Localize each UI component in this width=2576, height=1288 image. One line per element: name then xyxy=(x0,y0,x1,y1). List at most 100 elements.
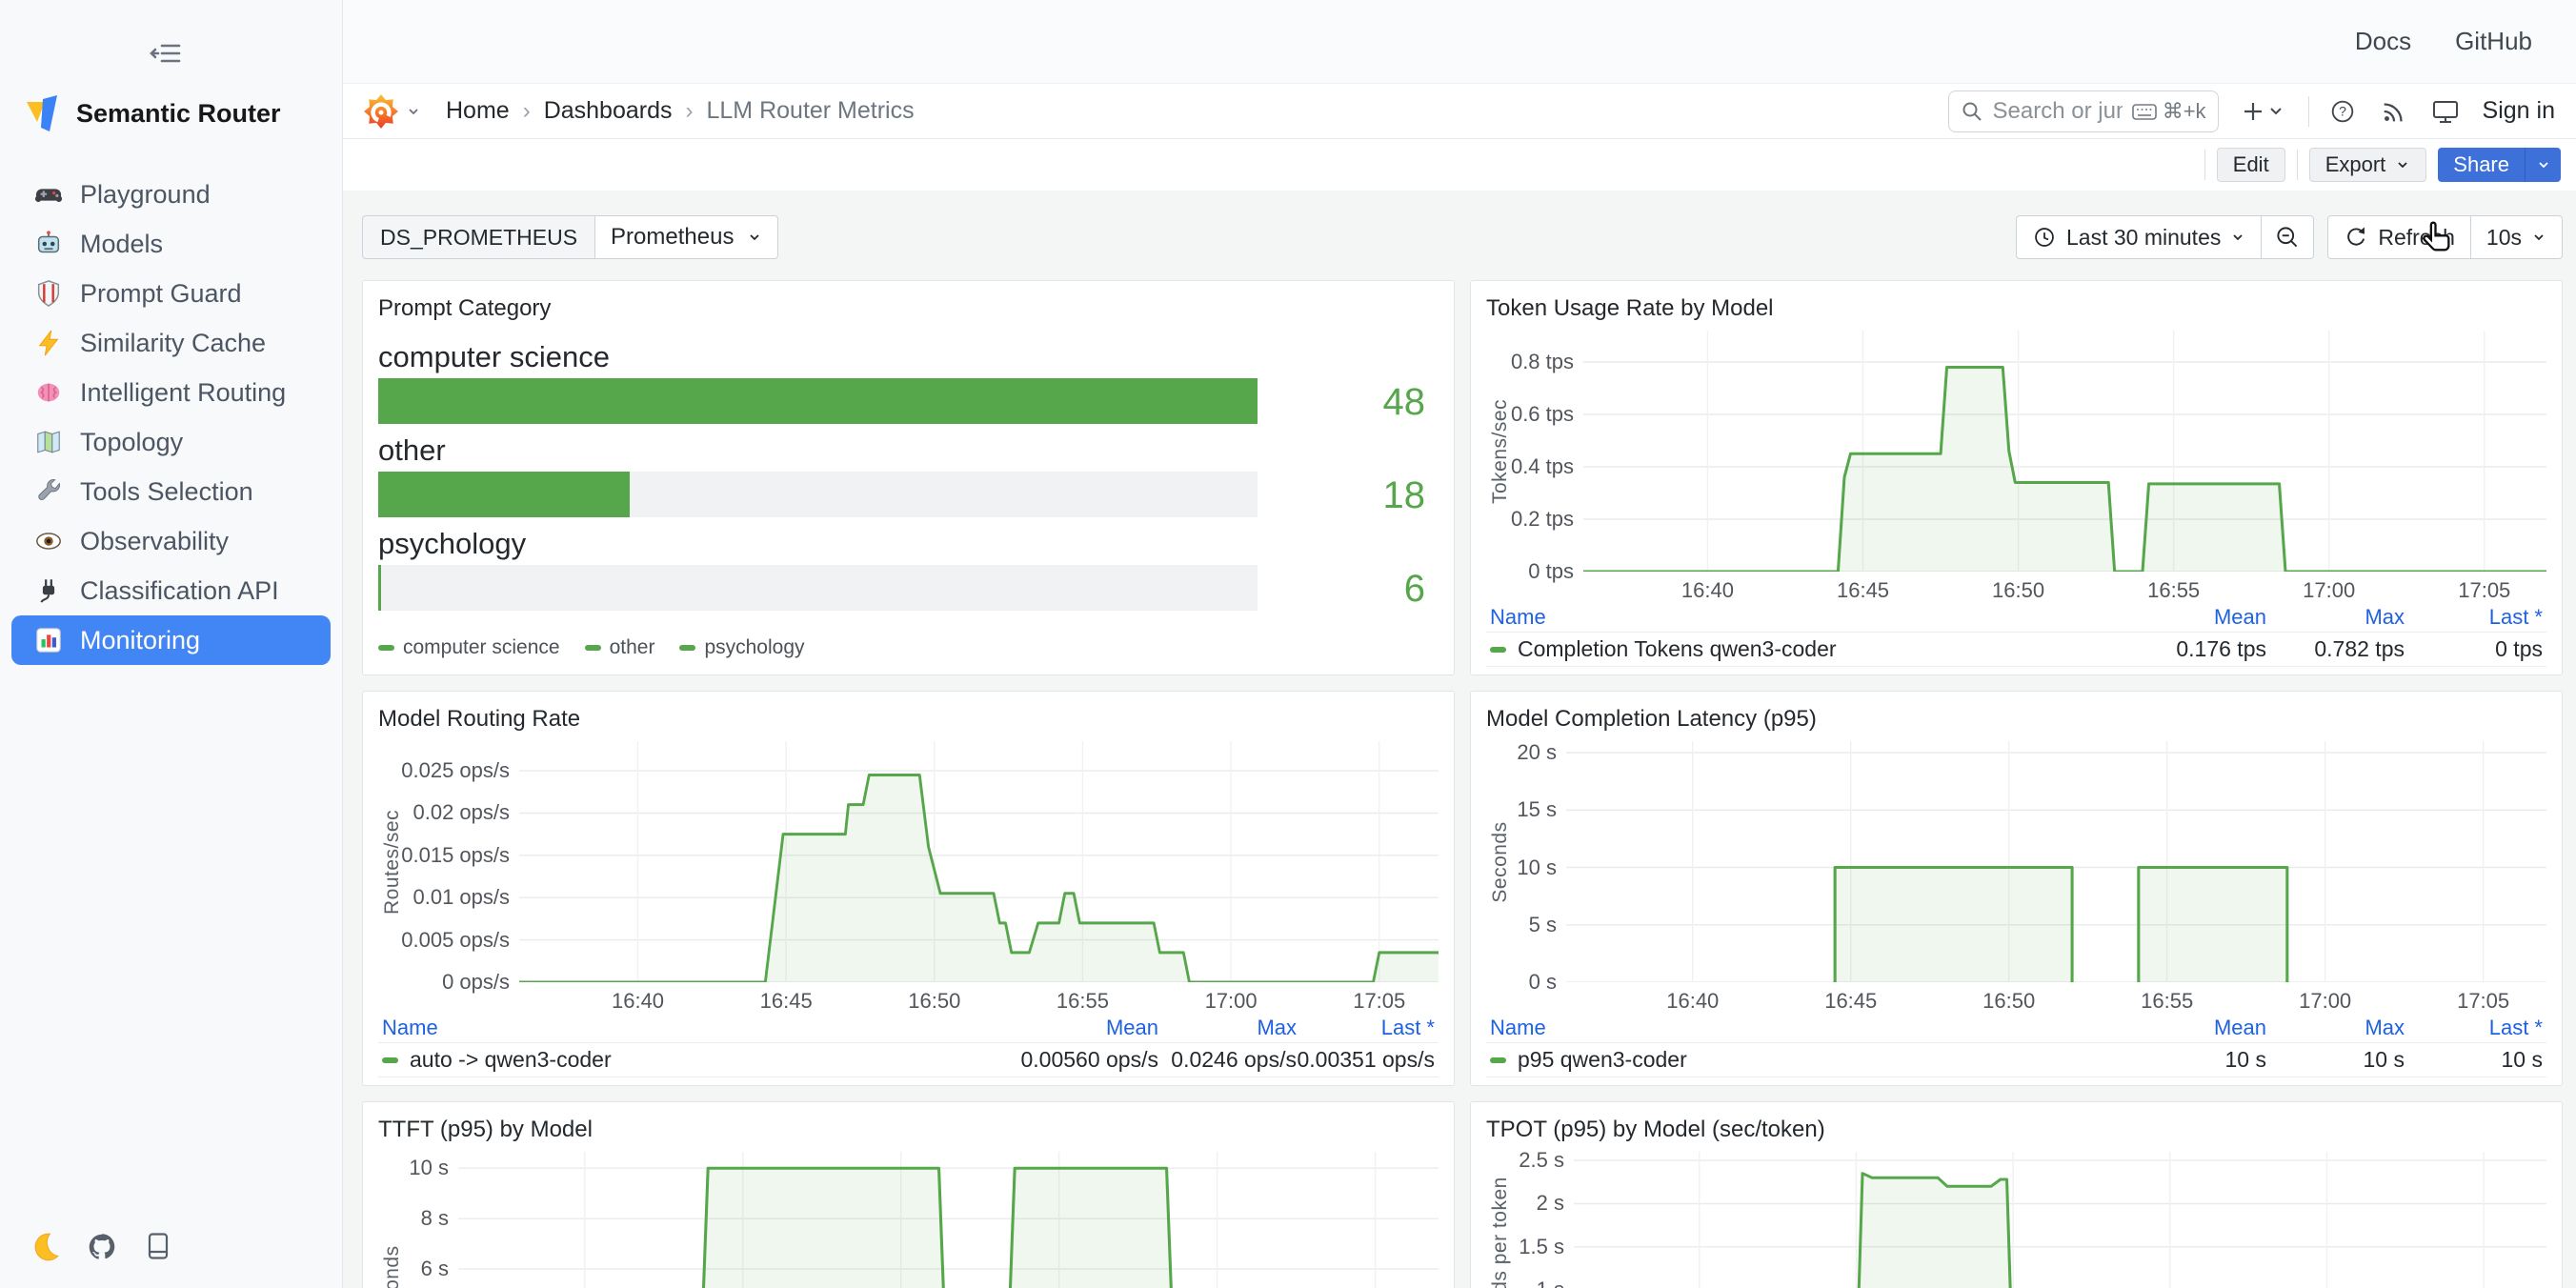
sidebar-item-intelligent-routing[interactable]: Intelligent Routing xyxy=(11,368,331,417)
legend-header-name[interactable]: Name xyxy=(382,1016,996,1040)
plot-region[interactable] xyxy=(519,741,1439,982)
journal-icon[interactable] xyxy=(143,1231,175,1263)
y-tick-label: 0.015 ops/s xyxy=(401,843,510,868)
plot-region[interactable] xyxy=(1583,331,2546,572)
brand[interactable]: Semantic Router xyxy=(0,84,342,143)
sidebar-item-monitoring[interactable]: Monitoring xyxy=(11,615,331,665)
x-tick-label: 16:50 xyxy=(1982,989,2035,1014)
legend-header-last[interactable]: Last * xyxy=(2405,605,2543,630)
plot-region[interactable] xyxy=(1574,1152,2546,1288)
panel-title[interactable]: Token Usage Rate by Model xyxy=(1486,294,2546,323)
chevron-down-icon xyxy=(2536,157,2551,172)
y-tick-label: 2 s xyxy=(1537,1191,1564,1216)
y-axis-ticks: 0 s0.5 s1 s1.5 s2 s2.5 s xyxy=(1515,1152,1574,1288)
series-name[interactable]: Completion Tokens qwen3-coder xyxy=(1490,636,2104,662)
sign-in-button[interactable]: Sign in xyxy=(2483,97,2555,125)
search-input[interactable]: ⌘+k xyxy=(1948,91,2219,132)
y-tick-label: 0.6 tps xyxy=(1511,402,1574,427)
legend-header-mean[interactable]: Mean xyxy=(996,1016,1158,1040)
sidebar-item-similarity-cache[interactable]: Similarity Cache xyxy=(11,318,331,368)
bar-gauge-main: computer science xyxy=(378,338,1258,424)
bar-value: 48 xyxy=(1258,338,1439,424)
panel-title[interactable]: Model Routing Rate xyxy=(378,705,1439,734)
time-range-picker[interactable]: Last 30 minutes xyxy=(2017,216,2261,258)
series-name[interactable]: p95 qwen3-coder xyxy=(1490,1047,2104,1073)
sidebar-item-prompt-guard[interactable]: Prompt Guard xyxy=(11,269,331,318)
legend-header-mean[interactable]: Mean xyxy=(2104,1016,2266,1040)
add-button[interactable] xyxy=(2234,93,2293,130)
refresh-interval-select[interactable]: 10s xyxy=(2471,216,2562,258)
plot-region[interactable] xyxy=(458,1152,1439,1288)
moon-icon[interactable] xyxy=(29,1231,61,1263)
kiosk-monitor-icon[interactable] xyxy=(2427,93,2464,130)
sidebar-item-playground[interactable]: Playground xyxy=(11,170,331,219)
panel-title[interactable]: Model Completion Latency (p95) xyxy=(1486,705,2546,734)
datasource-select[interactable]: Prometheus xyxy=(595,215,778,259)
y-axis-label: Seconds xyxy=(378,1152,407,1288)
sidebar-item-topology[interactable]: Topology xyxy=(11,417,331,467)
sidebar-item-tools-selection[interactable]: Tools Selection xyxy=(11,467,331,516)
panel-title[interactable]: Prompt Category xyxy=(378,294,1439,323)
github-icon[interactable] xyxy=(86,1231,118,1263)
legend-header-max[interactable]: Max xyxy=(2266,605,2405,630)
legend-header-last[interactable]: Last * xyxy=(2405,1016,2543,1040)
sidebar-item-label: Playground xyxy=(80,180,211,210)
sidebar-item-classification-api[interactable]: Classification API xyxy=(11,566,331,615)
sidebar-item-models[interactable]: Models xyxy=(11,219,331,269)
x-tick-label: 16:40 xyxy=(1666,989,1719,1014)
panel-title[interactable]: TTFT (p95) by Model xyxy=(378,1116,1439,1144)
search-field[interactable] xyxy=(1993,98,2123,125)
legend-color-dash xyxy=(679,645,695,651)
docs-link[interactable]: Docs xyxy=(2355,27,2411,56)
legend-item-computer-science[interactable]: computer science xyxy=(378,636,560,659)
y-axis-ticks: 0 s2 s4 s6 s8 s10 s xyxy=(407,1152,458,1288)
bar-track[interactable] xyxy=(378,565,1258,611)
bar-value: 18 xyxy=(1258,432,1439,517)
legend-header-max[interactable]: Max xyxy=(1158,1016,1297,1040)
gamepad-icon xyxy=(34,180,63,209)
sidebar-footer xyxy=(0,1231,342,1288)
time-range-group: Last 30 minutes xyxy=(2016,215,2314,259)
legend-header-last[interactable]: Last * xyxy=(1297,1016,1435,1040)
x-tick-label: 17:00 xyxy=(2303,578,2355,603)
series-name[interactable]: auto -> qwen3-coder xyxy=(382,1047,996,1073)
zoom-out-button[interactable] xyxy=(2262,216,2313,258)
bar-track[interactable] xyxy=(378,378,1258,424)
series-color-dash xyxy=(382,1057,398,1063)
chevron-down-icon xyxy=(2395,157,2410,172)
refresh-button[interactable]: Refresh xyxy=(2328,216,2470,258)
sidebar-collapse-icon[interactable] xyxy=(149,36,187,70)
y-tick-label: 10 s xyxy=(409,1156,449,1180)
eye-icon xyxy=(34,527,63,555)
legend-header-max[interactable]: Max xyxy=(2266,1016,2405,1040)
legend-item-other[interactable]: other xyxy=(585,636,655,659)
legend-table-row: p95 qwen3-coder10 s10 s10 s xyxy=(1486,1043,2546,1077)
bar-gauge-row-psychology: psychology6 xyxy=(378,525,1439,611)
news-rss-icon[interactable] xyxy=(2376,93,2412,130)
breadcrumb-item-home[interactable]: Home xyxy=(446,97,510,125)
bar-track[interactable] xyxy=(378,472,1258,517)
legend-header-mean[interactable]: Mean xyxy=(2104,605,2266,630)
series-max-value: 10 s xyxy=(2266,1047,2405,1073)
sidebar-item-label: Tools Selection xyxy=(80,477,253,507)
panel-title[interactable]: TPOT (p95) by Model (sec/token) xyxy=(1486,1116,2546,1144)
bar-gauge-main: other xyxy=(378,432,1258,517)
plot-region[interactable] xyxy=(1566,741,2546,982)
sidebar-item-observability[interactable]: Observability xyxy=(11,516,331,566)
export-button[interactable]: Export xyxy=(2309,148,2427,182)
x-tick-label: 16:45 xyxy=(1837,578,1889,603)
share-menu-caret[interactable] xyxy=(2525,148,2561,182)
legend-header-name[interactable]: Name xyxy=(1490,605,2104,630)
search-shortcut: ⌘+k xyxy=(2132,99,2206,124)
legend-item-psychology[interactable]: psychology xyxy=(679,636,804,659)
breadcrumb-item-dashboards[interactable]: Dashboards xyxy=(544,97,673,125)
svg-text:?: ? xyxy=(2339,103,2346,118)
github-link[interactable]: GitHub xyxy=(2455,27,2532,56)
share-button[interactable]: Share xyxy=(2438,148,2561,182)
grafana-logo-button[interactable] xyxy=(364,94,421,129)
legend-header-name[interactable]: Name xyxy=(1490,1016,2104,1040)
edit-button[interactable]: Edit xyxy=(2217,148,2285,182)
help-icon[interactable]: ? xyxy=(2324,93,2361,130)
bar-gauge-row-other: other18 xyxy=(378,432,1439,517)
x-tick-label: 17:05 xyxy=(2458,578,2510,603)
